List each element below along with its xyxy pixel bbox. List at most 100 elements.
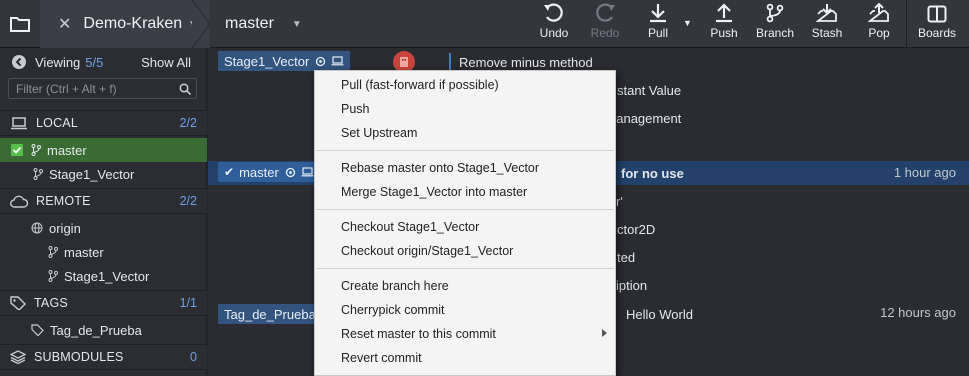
pull-options-chevron-icon[interactable]: ▼ xyxy=(683,18,692,28)
pull-button[interactable]: Pull xyxy=(640,0,676,48)
pull-icon xyxy=(650,4,666,23)
toolbar-divider xyxy=(906,0,907,48)
commit-message: stant Value xyxy=(617,83,682,98)
menu-item-label: Cherrypick commit xyxy=(341,303,445,317)
menu-item-merge[interactable]: Merge Stage1_Vector into master xyxy=(315,180,615,204)
checkbox-checked-icon[interactable] xyxy=(11,144,23,156)
cloud-icon xyxy=(10,195,28,208)
menu-item-reset[interactable]: Reset master to this commit xyxy=(315,322,615,346)
tags-count: 1/1 xyxy=(179,296,197,310)
remote-branch-master[interactable]: master xyxy=(0,240,207,264)
toolbar: ✕ Demo-Kraken ▼ master ▼ Undo Redo Pull … xyxy=(0,0,969,48)
boards-button[interactable]: Boards xyxy=(916,0,958,48)
tag-icon xyxy=(10,296,26,310)
menu-separator xyxy=(316,209,614,210)
viewing-label: Viewing xyxy=(35,54,81,70)
menu-item-label: Merge Stage1_Vector into master xyxy=(341,185,528,199)
menu-item-create-branch[interactable]: Create branch here xyxy=(315,274,615,298)
menu-item-checkout-remote[interactable]: Checkout origin/Stage1_Vector xyxy=(315,239,615,263)
open-repo-folder-icon[interactable] xyxy=(0,0,40,48)
redo-button[interactable]: Redo xyxy=(589,0,621,48)
ref-label-text: Stage1_Vector xyxy=(224,53,310,69)
menu-item-cherrypick[interactable]: Cherrypick commit xyxy=(315,298,615,322)
boards-label: Boards xyxy=(917,26,957,40)
menu-item-label: Reset master to this commit xyxy=(341,327,496,341)
context-menu: Pull (fast-forward if possible) Push Set… xyxy=(314,70,616,376)
branch-label-master[interactable]: ✔ master xyxy=(218,162,320,182)
commit-message: r' xyxy=(616,194,623,209)
branch-tab[interactable]: master ▼ xyxy=(225,0,302,48)
pull-label: Pull xyxy=(647,26,668,40)
repo-tab[interactable]: ✕ Demo-Kraken ▼ xyxy=(40,0,210,48)
search-icon xyxy=(179,83,191,95)
commit-time: 1 hour ago xyxy=(893,165,956,180)
menu-item-label: Checkout Stage1_Vector xyxy=(341,220,480,234)
tag-item[interactable]: Tag_de_Prueba xyxy=(0,318,207,342)
menu-item-set-upstream[interactable]: Set Upstream xyxy=(315,121,615,145)
menu-item-label: Set Upstream xyxy=(341,126,418,140)
push-button[interactable]: Push xyxy=(707,0,741,48)
branch-icon xyxy=(31,144,41,156)
pop-button[interactable]: Pop xyxy=(862,0,896,48)
tags-label: TAGS xyxy=(34,296,68,310)
remote-origin[interactable]: origin xyxy=(0,216,207,240)
menu-item-revert[interactable]: Revert commit xyxy=(315,346,615,370)
local-branch-label: Stage1_Vector xyxy=(49,166,135,182)
globe-icon xyxy=(31,222,43,234)
laptop-icon xyxy=(331,56,344,66)
tag-icon xyxy=(31,324,44,336)
branch-label-stage1-vector[interactable]: Stage1_Vector xyxy=(218,51,351,71)
section-submodules[interactable]: SUBMODULES 0 xyxy=(0,344,207,370)
sidebar-header: Viewing 5/5 Show All xyxy=(0,48,207,76)
push-icon xyxy=(716,3,732,23)
commit-message: iption xyxy=(616,278,648,293)
branch-button[interactable]: Branch xyxy=(755,0,795,48)
back-arrow-icon[interactable] xyxy=(12,55,26,69)
remote-branch-stage1-vector[interactable]: Stage1_Vector xyxy=(0,264,207,288)
commit-message: ted xyxy=(617,250,636,265)
commit-message: for no use xyxy=(621,166,684,181)
laptop-icon xyxy=(301,167,314,177)
branch-icon xyxy=(33,168,43,180)
menu-item-label: Push xyxy=(341,102,370,116)
menu-item-label: Revert commit xyxy=(341,351,422,365)
remote-branch-label: master xyxy=(64,244,104,260)
boards-icon xyxy=(927,5,947,23)
menu-item-rebase[interactable]: Rebase master onto Stage1_Vector xyxy=(315,156,615,180)
tag-label: Tag_de_Prueba xyxy=(50,322,142,338)
branch-icon xyxy=(48,270,58,282)
local-branch-master[interactable]: master xyxy=(0,138,207,162)
remote-count: 2/2 xyxy=(179,194,197,208)
submodules-label: SUBMODULES xyxy=(34,350,124,364)
local-branch-stage1-vector[interactable]: Stage1_Vector xyxy=(0,162,207,186)
show-all-button[interactable]: Show All xyxy=(141,55,191,70)
push-label: Push xyxy=(710,26,738,40)
target-icon xyxy=(285,167,295,177)
checkmark-icon: ✔ xyxy=(224,165,235,179)
stash-icon xyxy=(816,4,837,22)
commit-time: 12 hours ago xyxy=(880,305,956,320)
close-tab-icon[interactable]: ✕ xyxy=(58,14,71,34)
commit-message: Remove minus method xyxy=(459,55,593,70)
filter-placeholder: Filter (Ctrl + Alt + f) xyxy=(16,81,117,96)
stash-button[interactable]: Stash xyxy=(810,0,844,48)
menu-item-push[interactable]: Push xyxy=(315,97,615,121)
tag-label-tag-de-prueba[interactable]: Tag_de_Prueba xyxy=(218,304,322,324)
menu-separator xyxy=(316,268,614,269)
menu-item-pull[interactable]: Pull (fast-forward if possible) xyxy=(315,73,615,97)
section-tags[interactable]: TAGS 1/1 xyxy=(0,290,207,316)
submenu-arrow-icon xyxy=(602,329,607,337)
menu-item-checkout-local[interactable]: Checkout Stage1_Vector xyxy=(315,215,615,239)
submodules-count: 0 xyxy=(190,350,197,364)
branch-label: Branch xyxy=(755,26,795,40)
laptop-icon xyxy=(11,116,27,129)
section-remote[interactable]: REMOTE 2/2 xyxy=(0,188,207,214)
menu-item-label: Rebase master onto Stage1_Vector xyxy=(341,161,540,175)
section-local[interactable]: LOCAL 2/2 xyxy=(0,110,207,136)
undo-button[interactable]: Undo xyxy=(537,0,571,48)
viewing-count: 5/5 xyxy=(85,54,104,70)
local-branch-label: master xyxy=(47,142,87,158)
target-icon xyxy=(316,56,326,66)
filter-input[interactable]: Filter (Ctrl + Alt + f) xyxy=(8,78,197,99)
redo-label: Redo xyxy=(590,26,620,40)
